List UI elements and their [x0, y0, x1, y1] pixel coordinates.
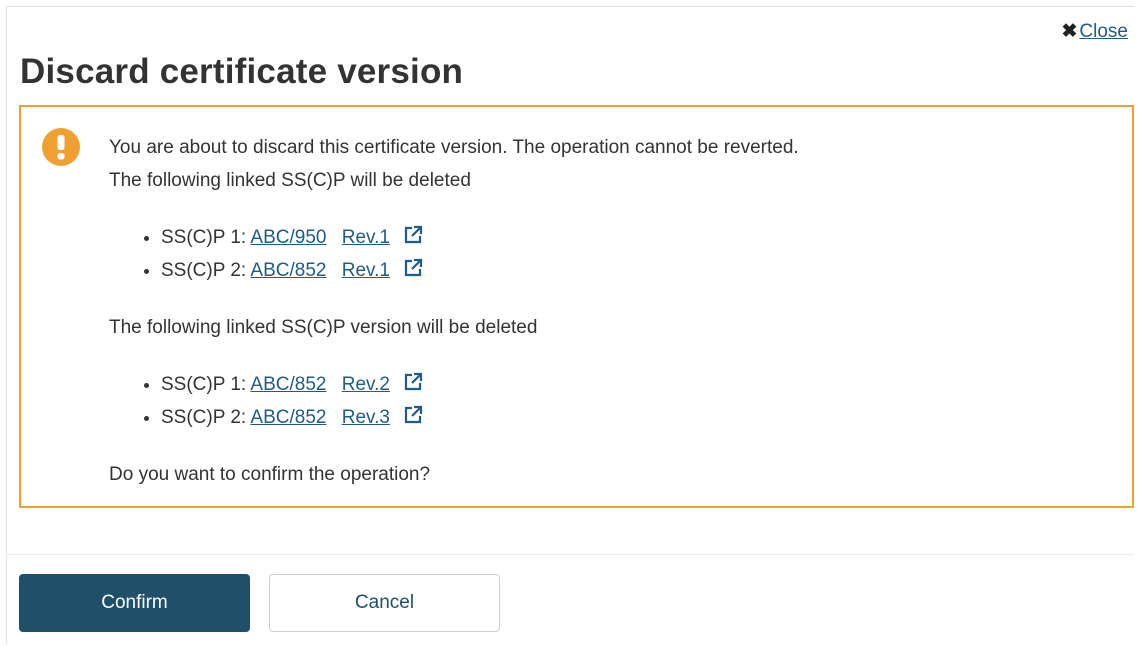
- revision-link[interactable]: Rev.3: [342, 407, 390, 428]
- item-label: SS(C)P 2:: [161, 407, 247, 428]
- revision-link[interactable]: Rev.1: [342, 260, 390, 281]
- item-label: SS(C)P 1:: [161, 227, 247, 248]
- sscp-reference-link[interactable]: ABC/852: [250, 374, 326, 395]
- exclamation-icon: [42, 128, 80, 166]
- close-button[interactable]: ✖ Close: [1062, 20, 1129, 43]
- sscp-reference-link[interactable]: ABC/852: [250, 260, 326, 281]
- linked-versions-heading: The following linked SS(C)P version will…: [109, 317, 538, 338]
- confirm-button[interactable]: Confirm: [19, 574, 250, 632]
- list-item: SS(C)P 2: ABC/852 Rev.1: [161, 254, 1112, 287]
- alert-content: You are about to discard this certificat…: [109, 131, 1112, 491]
- sscp-reference-link[interactable]: ABC/852: [250, 407, 326, 428]
- external-link-icon[interactable]: [403, 225, 423, 245]
- linked-sscp-list: SS(C)P 1: ABC/950 Rev.1 SS(C)P 2: ABC/85…: [109, 221, 1112, 287]
- external-link-icon[interactable]: [403, 405, 423, 425]
- cancel-button[interactable]: Cancel: [269, 574, 500, 632]
- alert-message: You are about to discard this certificat…: [109, 137, 799, 158]
- item-label: SS(C)P 2:: [161, 260, 247, 281]
- close-label: Close: [1079, 20, 1128, 42]
- list-item: SS(C)P 2: ABC/852 Rev.3: [161, 401, 1112, 434]
- list-item: SS(C)P 1: ABC/852 Rev.2: [161, 368, 1112, 401]
- revision-link[interactable]: Rev.2: [342, 374, 390, 395]
- sscp-reference-link[interactable]: ABC/950: [250, 227, 326, 248]
- discard-dialog: ✖ Close Discard certificate version You …: [6, 6, 1134, 644]
- linked-sscp-heading: The following linked SS(C)P will be dele…: [109, 170, 471, 191]
- revision-link[interactable]: Rev.1: [342, 227, 390, 248]
- warning-alert: You are about to discard this certificat…: [19, 105, 1134, 508]
- external-link-icon[interactable]: [403, 258, 423, 278]
- list-item: SS(C)P 1: ABC/950 Rev.1: [161, 221, 1112, 254]
- footer-divider: [7, 554, 1134, 555]
- item-label: SS(C)P 1:: [161, 374, 247, 395]
- external-link-icon[interactable]: [403, 372, 423, 392]
- confirm-question: Do you want to confirm the operation?: [109, 464, 431, 485]
- linked-versions-list: SS(C)P 1: ABC/852 Rev.2 SS(C)P 2: ABC/85…: [109, 368, 1112, 434]
- dialog-title: Discard certificate version: [20, 52, 464, 91]
- close-icon: ✖: [1061, 21, 1078, 42]
